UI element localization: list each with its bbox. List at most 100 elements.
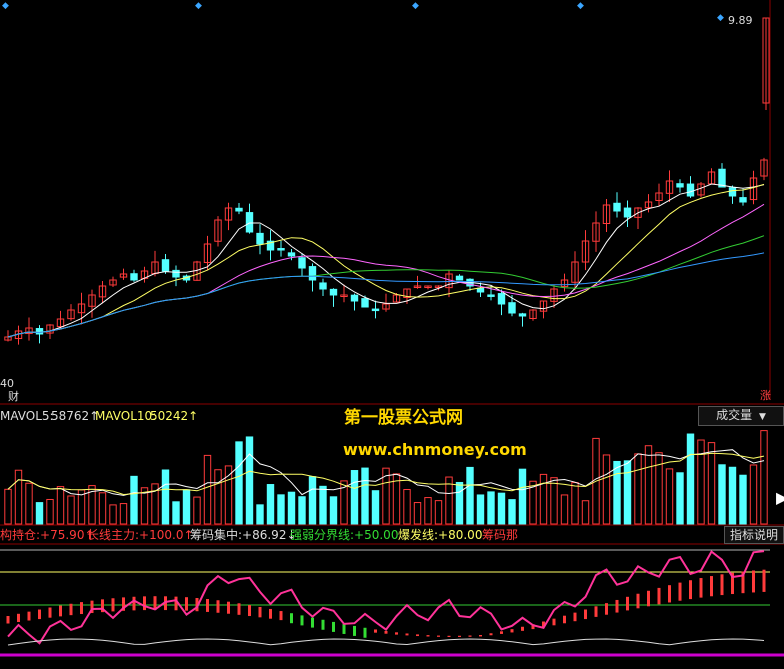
- volume-bar: [424, 497, 432, 525]
- volume-bar: [25, 482, 33, 525]
- period-marker-icon: ◆: [577, 1, 584, 11]
- candle-body: [728, 187, 737, 197]
- candle-body: [361, 298, 369, 308]
- candle-body: [686, 183, 695, 197]
- volume-bar: [119, 503, 128, 525]
- price-top-value: 9.89: [728, 14, 753, 27]
- volume-bar: [130, 475, 138, 525]
- ma-line-5: [7, 183, 765, 338]
- chart-window: { "colors":{"up":"#ff3b3b","down":"#54ff…: [0, 0, 784, 669]
- volume-bar: [109, 504, 117, 525]
- chart-canvas[interactable]: [0, 0, 784, 669]
- indicator-2-label: 长线主力:+100.0↑: [87, 528, 194, 542]
- indicator-3-label: 筹码集中:+86.92↓: [190, 528, 297, 542]
- volume-bar: [403, 489, 411, 525]
- candle-body: [676, 183, 684, 188]
- ma-line-30: [7, 235, 765, 338]
- dropdown-label: 成交量: [716, 408, 753, 422]
- candle-body: [308, 266, 317, 281]
- volume-bar: [644, 445, 653, 525]
- candle-body: [35, 328, 44, 335]
- volume-bar: [287, 491, 296, 525]
- candle-body: [518, 313, 527, 317]
- volume-bar: [256, 504, 264, 525]
- volume-bar: [739, 474, 747, 525]
- volume-bar: [613, 460, 621, 525]
- volume-bar: [308, 476, 317, 525]
- candle-body: [130, 273, 138, 281]
- volume-bar: [728, 466, 737, 525]
- candle-body: [277, 248, 285, 251]
- volume-bar: [413, 502, 422, 525]
- candle-body: [172, 269, 180, 278]
- period-marker-icon: ◆: [412, 1, 419, 11]
- concentration-line: [7, 638, 765, 646]
- volume-bar: [602, 454, 611, 525]
- candle-body: [245, 212, 254, 233]
- volume-bar: [245, 436, 254, 525]
- period-marker-icon: ◆: [2, 1, 9, 11]
- volume-bar: [182, 489, 191, 525]
- mouse-cursor-icon: ▶: [776, 488, 784, 507]
- volume-bar: [676, 472, 684, 525]
- volume-bar: [497, 492, 506, 525]
- volume-bar: [214, 469, 222, 525]
- volume-bar: [466, 466, 474, 525]
- indicator-dropdown[interactable]: 成交量 ▼: [698, 406, 784, 426]
- volume-bar: [581, 500, 590, 525]
- volume-bar: [298, 496, 306, 525]
- period-marker-icon: ◆: [717, 13, 724, 23]
- volume-bar: [203, 454, 212, 525]
- period-marker-icon: ◆: [195, 1, 202, 11]
- candle-body: [613, 202, 621, 212]
- candle-body: [350, 294, 359, 302]
- volume-bar: [361, 467, 369, 525]
- volume-bar: [455, 481, 464, 525]
- candle-body: [161, 259, 170, 272]
- volume-bar: [550, 477, 558, 525]
- volume-bar: [161, 469, 170, 525]
- candle-body: [487, 294, 495, 297]
- candle-body: [718, 168, 726, 188]
- volume-bar: [56, 486, 65, 525]
- volume-bar: [665, 468, 674, 525]
- volume-bar: [749, 464, 758, 525]
- volume-bar: [707, 442, 716, 525]
- volume-bar: [172, 501, 180, 525]
- candle-body: [256, 232, 264, 245]
- volume-bar: [655, 452, 663, 525]
- indicator-help-button[interactable]: 指标说明: [724, 526, 784, 544]
- volume-bar: [686, 433, 695, 525]
- candle-body: [497, 293, 506, 305]
- volume-bar: [760, 430, 768, 525]
- volume-bar: [193, 496, 201, 525]
- mavol5-label: MAVOL5:: [0, 409, 54, 423]
- indicator-6-label: 筹码那: [482, 528, 519, 542]
- volume-bar: [67, 495, 75, 525]
- volume-bar: [487, 491, 495, 525]
- volume-bar: [277, 494, 285, 525]
- watermark-url: www.chnmoney.com: [343, 440, 527, 459]
- volume-bar: [371, 490, 380, 525]
- volume-bar: [634, 453, 642, 525]
- candle-body: [329, 288, 338, 296]
- volume-bar: [329, 496, 338, 525]
- volume-bar: [539, 473, 548, 525]
- candle-body: [287, 252, 296, 257]
- finance-tag[interactable]: 财: [8, 390, 19, 404]
- volume-bar: [623, 460, 632, 525]
- volume-bar: [518, 468, 527, 525]
- volume-bar: [235, 441, 243, 525]
- mavol5-value: 58762↑: [51, 409, 100, 423]
- volume-bar: [224, 465, 233, 525]
- candle-body: [455, 275, 464, 281]
- candle-body: [739, 197, 747, 203]
- rise-tag[interactable]: 涨: [760, 389, 771, 403]
- volume-bar: [319, 485, 327, 525]
- candle-body: [371, 308, 380, 312]
- indicator-4-label: 强弱分界线:+50.00: [290, 528, 399, 542]
- chevron-down-icon: ▼: [758, 412, 766, 422]
- volume-bar: [571, 482, 579, 525]
- indicator-1-label: 构持仓:+75.90↑: [0, 528, 95, 542]
- mavol10-value: 50242↑: [150, 409, 199, 423]
